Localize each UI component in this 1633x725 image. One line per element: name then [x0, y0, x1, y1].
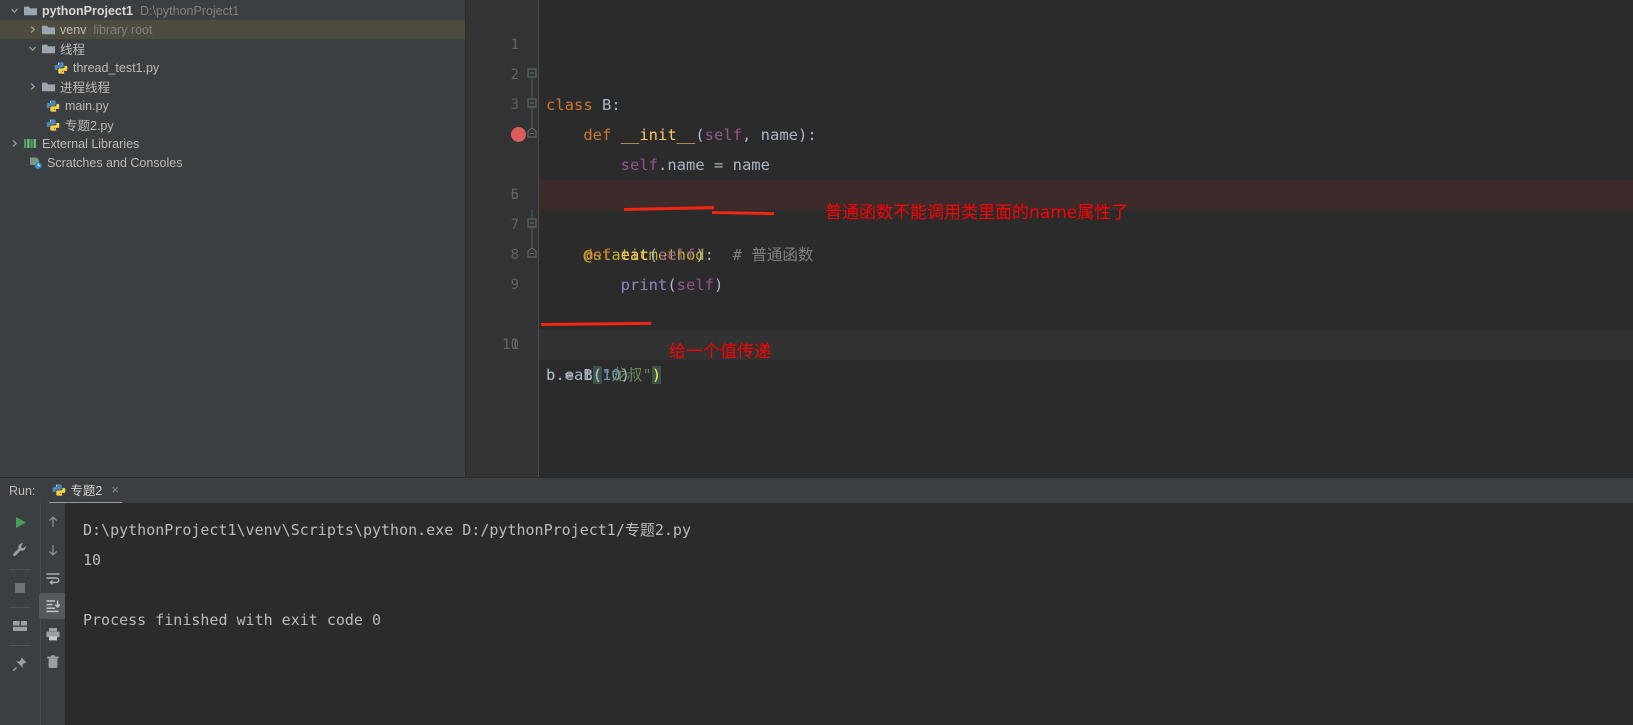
editor-code-area[interactable]: 1 class B: 2 def __init__(self, name):: [466, 0, 1633, 477]
folder-icon: [39, 79, 57, 95]
editor-and-project-area: pythonProject1 D:\pythonProject1 venv li…: [0, 0, 1633, 477]
chevron-down-icon[interactable]: [8, 4, 21, 17]
breakpoint-icon[interactable]: [511, 127, 526, 142]
scratches-icon: [26, 155, 44, 171]
tree-row-scratches-and-consoles[interactable]: Scratches and Consoles: [0, 153, 465, 172]
toolbar-divider: [9, 607, 31, 608]
run-tab-label: 专题2: [70, 480, 102, 499]
code-line[interactable]: 2 def __init__(self, name):: [466, 30, 1633, 60]
code-line[interactable]: 4: [466, 90, 1633, 120]
tree-row-venv[interactable]: venv library root: [0, 20, 465, 39]
code-line[interactable]: 11 b.eat(10): [466, 300, 1633, 330]
run-toolbar-left: [0, 503, 40, 725]
caret-line-highlight: [539, 330, 1633, 360]
tree-row-label: pythonProject1: [42, 4, 133, 18]
python-file-icon: [44, 117, 62, 133]
fold-start-icon[interactable]: [526, 150, 538, 180]
toolbar-divider: [9, 569, 31, 570]
scroll-to-end-button[interactable]: [39, 593, 67, 619]
soft-wrap-button[interactable]: [39, 565, 67, 591]
tree-row-label: Scratches and Consoles: [47, 156, 183, 170]
tree-row-external-libraries[interactable]: External Libraries: [0, 134, 465, 153]
tree-row-annotation: library root: [93, 23, 152, 37]
tree-row-zhuanti2-py[interactable]: 专题2.py: [0, 115, 465, 134]
close-icon[interactable]: ×: [111, 483, 119, 496]
code-line[interactable]: 1 class B:: [466, 0, 1633, 30]
tree-row-path: D:\pythonProject1: [140, 4, 239, 18]
code-line[interactable]: 3 self.name = name: [466, 60, 1633, 90]
python-file-icon: [44, 98, 62, 114]
code-text: b.eat(10): [539, 360, 630, 390]
print-button[interactable]: [39, 621, 67, 647]
tree-row-label: External Libraries: [42, 137, 139, 151]
folder-icon: [21, 3, 39, 19]
external-libraries-icon: [21, 136, 39, 152]
stop-button[interactable]: [6, 575, 34, 601]
tree-row-label: main.py: [65, 99, 109, 113]
previous-occurrence-button[interactable]: [39, 509, 67, 535]
tree-row-label: 专题2.py: [65, 115, 114, 134]
tree-row-pythonProject1[interactable]: pythonProject1 D:\pythonProject1: [0, 1, 465, 20]
console-line: Process finished with exit code 0: [83, 611, 381, 629]
run-panel-label: Run:: [9, 484, 35, 498]
run-toolbar-right: [40, 503, 65, 725]
folder-icon: [39, 41, 57, 57]
run-tab-zhuanti2[interactable]: 专题2 ×: [49, 477, 122, 504]
tree-row-label: 线程: [60, 39, 85, 58]
python-file-icon: [52, 60, 70, 76]
chevron-right-icon[interactable]: [8, 137, 21, 150]
tree-row-label: 进程线程: [60, 77, 110, 96]
tree-row-label: thread_test1.py: [73, 61, 159, 75]
chevron-down-icon[interactable]: [26, 42, 39, 55]
toolbar-divider: [9, 645, 31, 646]
run-tab-bar: Run: 专题2 ×: [0, 478, 1633, 503]
clear-all-button[interactable]: [39, 649, 67, 675]
run-configurations-button[interactable]: [6, 537, 34, 563]
next-occurrence-button[interactable]: [39, 537, 67, 563]
code-editor[interactable]: 1 class B: 2 def __init__(self, name):: [465, 0, 1633, 477]
run-tool-window: Run: 专题2 ×: [0, 478, 1633, 725]
pycharm-window: pythonProject1 D:\pythonProject1 venv li…: [0, 0, 1633, 725]
rerun-button[interactable]: [6, 509, 34, 535]
fold-start-icon[interactable]: [526, 30, 538, 60]
fold-start-icon[interactable]: [526, 0, 538, 30]
layout-button[interactable]: [6, 613, 34, 639]
chevron-right-icon[interactable]: [26, 23, 39, 36]
tree-row-main-py[interactable]: main.py: [0, 96, 465, 115]
line-number: 11: [466, 330, 519, 360]
tree-row-xiancheng[interactable]: 线程: [0, 39, 465, 58]
pin-tab-button[interactable]: [6, 651, 34, 677]
python-file-icon: [52, 483, 66, 497]
code-line[interactable]: 5 @staticmethod: [466, 120, 1633, 150]
folder-icon: [39, 22, 57, 38]
fold-end-icon[interactable]: [526, 180, 538, 210]
code-line[interactable]: 7 print(self): [466, 180, 1633, 210]
project-tool-window[interactable]: pythonProject1 D:\pythonProject1 venv li…: [0, 0, 465, 477]
code-line[interactable]: 10 b = B("龙叔"): [466, 270, 1633, 300]
console-line: 10: [83, 551, 101, 569]
fold-end-icon[interactable]: [526, 60, 538, 90]
tree-row-thread-test1[interactable]: thread_test1.py: [0, 58, 465, 77]
code-line[interactable]: 9: [466, 240, 1633, 270]
code-line[interactable]: 6 def eat(self): # 普通函数: [466, 150, 1633, 180]
chevron-right-icon[interactable]: [26, 80, 39, 93]
tree-row-jinchengxiancheng[interactable]: 进程线程: [0, 77, 465, 96]
tree-row-label: venv: [60, 23, 86, 37]
run-panel-body: D:\pythonProject1\venv\Scripts\python.ex…: [0, 503, 1633, 725]
console-line: D:\pythonProject1\venv\Scripts\python.ex…: [83, 521, 691, 539]
code-line[interactable]: 8: [466, 210, 1633, 240]
console-output[interactable]: D:\pythonProject1\venv\Scripts\python.ex…: [65, 503, 1633, 725]
